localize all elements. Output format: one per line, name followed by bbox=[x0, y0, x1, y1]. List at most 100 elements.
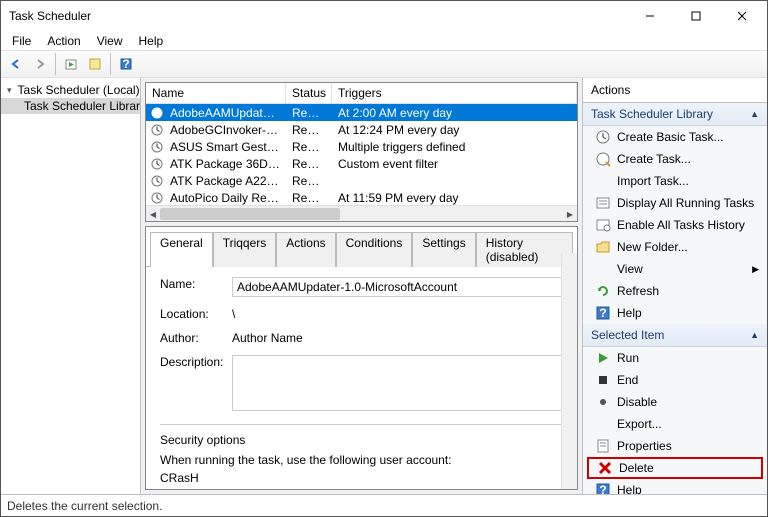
task-name: ATK Package 36D18D69AF... bbox=[164, 157, 286, 171]
details-pane: General Triqqers Actions Conditions Sett… bbox=[145, 226, 578, 490]
actions-section-library[interactable]: Task Scheduler Library ▲ bbox=[583, 103, 767, 126]
help2-icon: ? bbox=[595, 482, 611, 494]
action-export[interactable]: Export... bbox=[583, 413, 767, 435]
tab-actions[interactable]: Actions bbox=[276, 232, 335, 267]
close-button[interactable] bbox=[719, 2, 765, 30]
clock-icon bbox=[151, 141, 163, 153]
action-run[interactable]: Run bbox=[583, 347, 767, 369]
menubar: File Action View Help bbox=[1, 31, 767, 50]
properties-button[interactable] bbox=[84, 53, 106, 75]
task-row[interactable]: ATK Package A22126881260Ready bbox=[146, 172, 577, 189]
properties-icon bbox=[595, 438, 611, 454]
task-row[interactable]: AdobeAAMUpdater-1.0-...ReadyAt 2:00 AM e… bbox=[146, 104, 577, 121]
action-refresh[interactable]: Refresh bbox=[583, 280, 767, 302]
menu-action[interactable]: Action bbox=[40, 33, 87, 49]
col-triggers[interactable]: Triggers bbox=[332, 83, 577, 103]
expand-icon[interactable]: ▾ bbox=[7, 85, 12, 96]
tree-library[interactable]: Task Scheduler Library bbox=[1, 98, 140, 114]
author-label: Author: bbox=[160, 331, 232, 345]
task-status: Ready bbox=[286, 123, 332, 137]
security-user: CRasH bbox=[160, 471, 563, 485]
action-help2[interactable]: ?Help bbox=[583, 479, 767, 494]
tree-root-label: Task Scheduler (Local) bbox=[18, 83, 140, 97]
tab-history[interactable]: History (disabled) bbox=[476, 232, 573, 267]
tab-general[interactable]: General bbox=[150, 232, 213, 267]
run-selected-button[interactable] bbox=[60, 53, 82, 75]
action-label: End bbox=[617, 373, 638, 387]
action-display-running[interactable]: Display All Running Tasks bbox=[583, 192, 767, 214]
scroll-left-icon[interactable]: ◀ bbox=[146, 206, 160, 222]
task-name: ASUS Smart Gesture Laun... bbox=[164, 140, 286, 154]
clock-icon bbox=[151, 124, 163, 136]
task-row[interactable]: ATK Package 36D18D69AF...ReadyCustom eve… bbox=[146, 155, 577, 172]
scroll-thumb[interactable] bbox=[160, 208, 340, 220]
list-header: Name Status Triggers bbox=[146, 83, 577, 104]
action-enable-history[interactable]: Enable All Tasks History bbox=[583, 214, 767, 236]
action-disable[interactable]: Disable bbox=[583, 391, 767, 413]
action-new-folder[interactable]: New Folder... bbox=[583, 236, 767, 258]
refresh-icon bbox=[595, 283, 611, 299]
action-label: Create Basic Task... bbox=[617, 130, 724, 144]
name-label: Name: bbox=[160, 277, 232, 297]
tab-triggers[interactable]: Triqqers bbox=[213, 232, 277, 267]
vertical-scrollbar[interactable] bbox=[561, 253, 577, 489]
list-body[interactable]: AdobeAAMUpdater-1.0-...ReadyAt 2:00 AM e… bbox=[146, 104, 577, 205]
action-label: Export... bbox=[617, 417, 662, 431]
col-status[interactable]: Status bbox=[286, 83, 332, 103]
delete-icon bbox=[597, 460, 613, 476]
submenu-icon: ▶ bbox=[752, 264, 759, 275]
minimize-button[interactable] bbox=[627, 2, 673, 30]
center-pane: Name Status Triggers AdobeAAMUpdater-1.0… bbox=[141, 78, 583, 494]
maximize-button[interactable] bbox=[673, 2, 719, 30]
horizontal-scrollbar[interactable]: ◀ ▶ bbox=[146, 205, 577, 221]
location-value: \ bbox=[232, 307, 563, 321]
svg-text:?: ? bbox=[599, 306, 606, 320]
tab-conditions[interactable]: Conditions bbox=[336, 232, 413, 267]
description-label: Description: bbox=[160, 355, 232, 414]
action-label: Display All Running Tasks bbox=[617, 196, 754, 210]
task-name: AdobeAAMUpdater-1.0-... bbox=[164, 106, 286, 120]
col-name[interactable]: Name bbox=[146, 83, 286, 103]
main-content: ▾ Task Scheduler (Local) Task Scheduler … bbox=[1, 78, 767, 494]
name-field[interactable] bbox=[232, 277, 563, 297]
menu-file[interactable]: File bbox=[5, 33, 38, 49]
collapse-icon[interactable]: ▲ bbox=[750, 330, 759, 340]
back-button[interactable] bbox=[5, 53, 27, 75]
menu-help[interactable]: Help bbox=[132, 33, 171, 49]
enable-history-icon bbox=[595, 217, 611, 233]
tab-settings[interactable]: Settings bbox=[412, 232, 475, 267]
action-label: Refresh bbox=[617, 284, 659, 298]
scroll-right-icon[interactable]: ▶ bbox=[563, 206, 577, 222]
tree-root[interactable]: ▾ Task Scheduler (Local) bbox=[1, 82, 140, 98]
menu-view[interactable]: View bbox=[90, 33, 130, 49]
tree-pane[interactable]: ▾ Task Scheduler (Local) Task Scheduler … bbox=[1, 78, 141, 494]
action-label: Run bbox=[617, 351, 639, 365]
action-create-task[interactable]: Create Task... bbox=[583, 148, 767, 170]
action-properties[interactable]: Properties bbox=[583, 435, 767, 457]
task-name: AdobeGCInvoker-1.0 bbox=[164, 123, 286, 137]
author-value: Author Name bbox=[232, 331, 563, 345]
action-view[interactable]: View ▶ bbox=[583, 258, 767, 280]
action-help1[interactable]: ?Help bbox=[583, 302, 767, 324]
action-label: Delete bbox=[619, 461, 654, 475]
actions-section-selected[interactable]: Selected Item ▲ bbox=[583, 324, 767, 347]
action-end[interactable]: End bbox=[583, 369, 767, 391]
security-user-line: When running the task, use the following… bbox=[160, 453, 563, 467]
description-field[interactable] bbox=[232, 355, 563, 411]
action-import-task[interactable]: Import Task... bbox=[583, 170, 767, 192]
forward-button[interactable] bbox=[29, 53, 51, 75]
window-title: Task Scheduler bbox=[9, 9, 91, 23]
action-label: View bbox=[617, 262, 643, 276]
task-row[interactable]: AdobeGCInvoker-1.0ReadyAt 12:24 PM every… bbox=[146, 121, 577, 138]
task-status: Ready bbox=[286, 174, 332, 188]
task-list[interactable]: Name Status Triggers AdobeAAMUpdater-1.0… bbox=[145, 82, 578, 222]
action-delete[interactable]: Delete bbox=[587, 457, 763, 479]
task-row[interactable]: ASUS Smart Gesture Laun...ReadyMultiple … bbox=[146, 138, 577, 155]
task-name: ATK Package A22126881260 bbox=[164, 174, 286, 188]
collapse-icon[interactable]: ▲ bbox=[750, 109, 759, 119]
action-create-basic[interactable]: Create Basic Task... bbox=[583, 126, 767, 148]
create-basic-icon bbox=[595, 129, 611, 145]
clock-icon bbox=[151, 175, 163, 187]
help-toolbar-button[interactable]: ? bbox=[115, 53, 137, 75]
task-row[interactable]: AutoPico Daily RestartReadyAt 11:59 PM e… bbox=[146, 189, 577, 205]
